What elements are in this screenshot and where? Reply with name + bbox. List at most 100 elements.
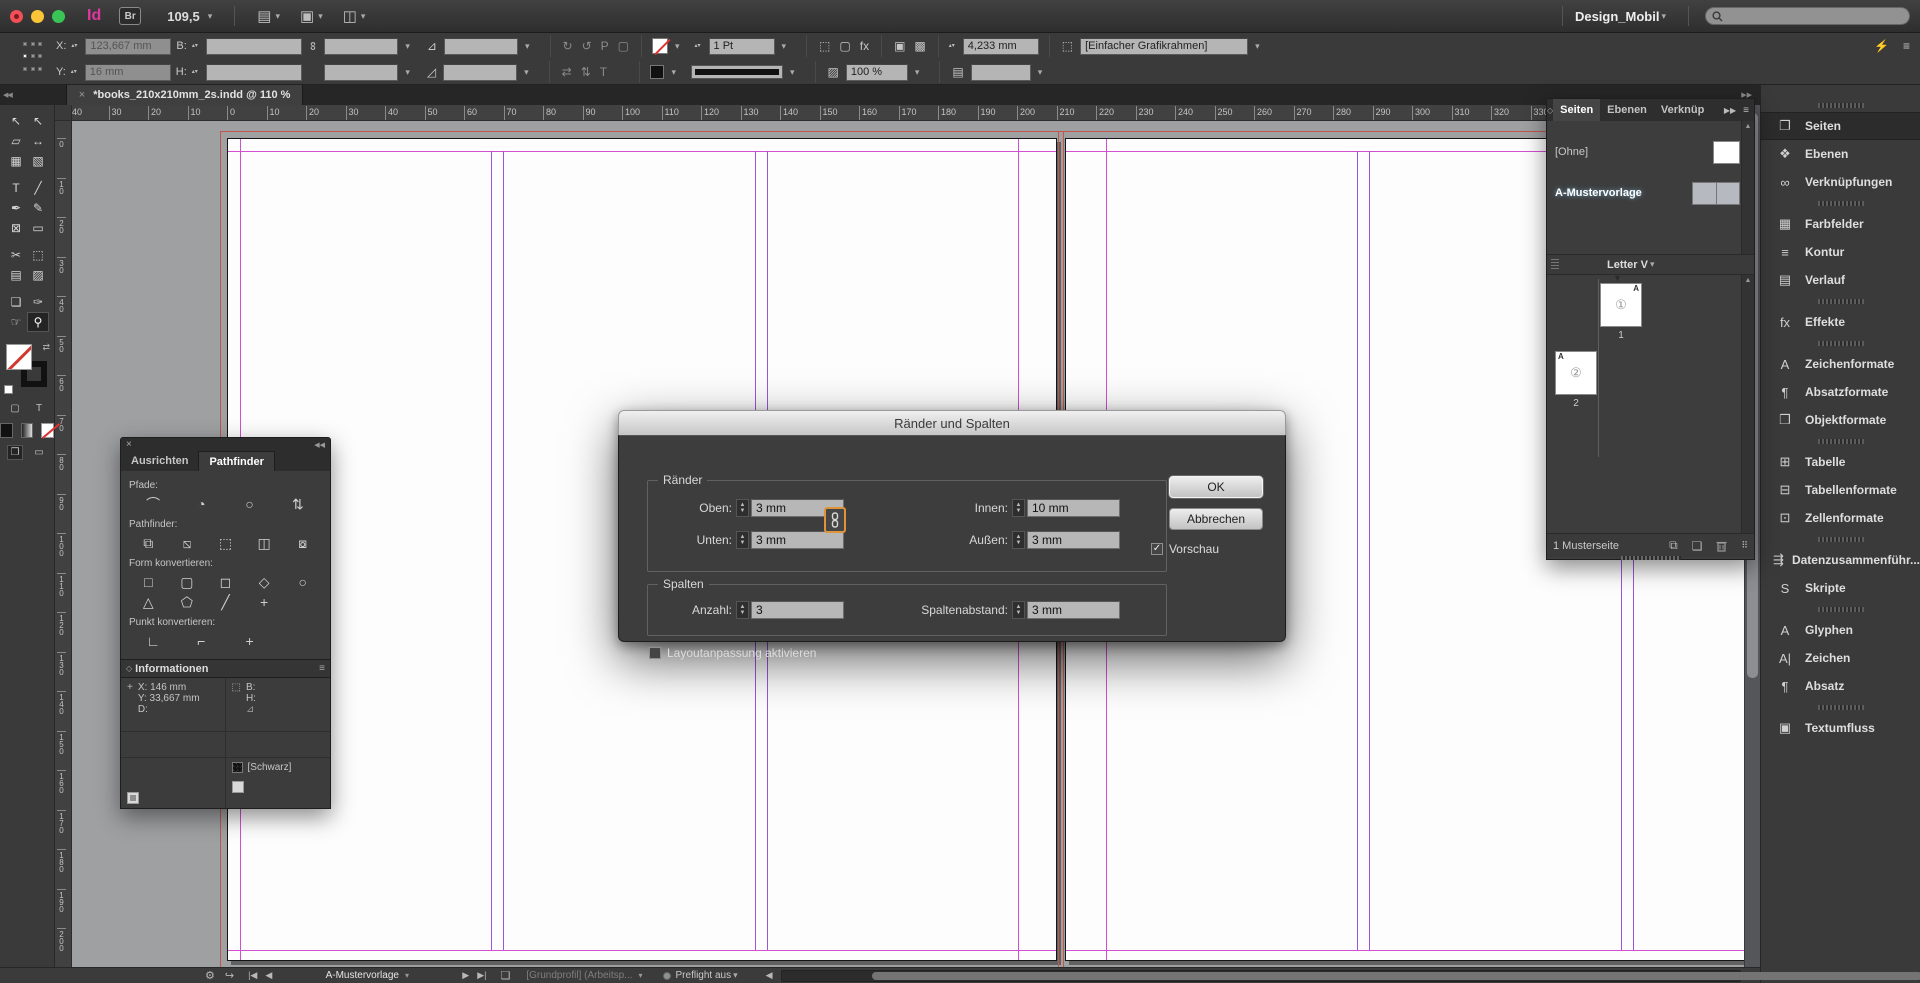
- rotation-field[interactable]: [444, 38, 518, 55]
- flip-horizontal-icon[interactable]: ⇄: [560, 65, 574, 79]
- tab-seiten[interactable]: Seiten: [1553, 99, 1600, 121]
- height-field[interactable]: [206, 64, 302, 81]
- convert-smooth-point-icon[interactable]: +: [246, 631, 254, 651]
- dock-item-textumfluss[interactable]: ▣Textumfluss: [1761, 714, 1920, 742]
- aussen-stepper[interactable]: ▲▼: [1012, 531, 1025, 549]
- minimize-window-button[interactable]: [31, 10, 44, 23]
- gradient-tool[interactable]: ▤: [5, 265, 27, 285]
- gap-tool[interactable]: ↔: [27, 131, 49, 151]
- masters-scrollbar[interactable]: ▲: [1741, 121, 1754, 254]
- scale-x-field[interactable]: [324, 38, 398, 55]
- dialog-title[interactable]: Ränder und Spalten: [618, 410, 1286, 435]
- dock-item-effekte[interactable]: fxEffekte: [1761, 308, 1920, 336]
- convert-inverse-rounded-icon[interactable]: ◇: [259, 572, 270, 592]
- dock-item-absatzformate[interactable]: ¶Absatzformate: [1761, 378, 1920, 406]
- page-2-thumbnail[interactable]: A ②: [1555, 351, 1597, 395]
- swap-fill-stroke-icon[interactable]: ⇄: [42, 342, 50, 353]
- width-stepper[interactable]: ▴▾: [192, 44, 201, 49]
- hand-tool[interactable]: ☞: [5, 312, 27, 332]
- convert-plain-point-icon[interactable]: ∟: [146, 631, 160, 651]
- unten-stepper[interactable]: ▲▼: [736, 531, 749, 549]
- innen-field[interactable]: 10 mm: [1027, 499, 1120, 517]
- resize-grip-icon[interactable]: ⠿: [1741, 540, 1748, 551]
- object-style-dropdown[interactable]: [Einfacher Grafikrahmen]: [1080, 38, 1248, 55]
- stroke-weight-field[interactable]: 1 Pt: [709, 38, 775, 55]
- zoom-window-button[interactable]: [52, 10, 65, 23]
- panel-expand-icon[interactable]: ▶▶: [1724, 106, 1736, 115]
- apply-none-button[interactable]: [41, 423, 54, 438]
- dock-item-farbfelder[interactable]: ▦Farbfelder: [1761, 210, 1920, 238]
- delete-page-icon[interactable]: [1716, 540, 1727, 552]
- dock-group-grip[interactable]: [1818, 537, 1864, 542]
- scissors-tool[interactable]: ✂: [5, 245, 27, 265]
- corner-options-icon[interactable]: ⬚: [817, 39, 832, 53]
- line-tool[interactable]: ╱: [27, 178, 49, 198]
- page-1-label[interactable]: 1: [1600, 330, 1642, 341]
- dock-item-zeichenformate[interactable]: AZeichenformate: [1761, 350, 1920, 378]
- formatting-affects-container-button[interactable]: ▢: [7, 401, 23, 416]
- select-container-icon[interactable]: ▢: [616, 39, 631, 53]
- subtract-shapes-icon[interactable]: ⧅: [182, 533, 191, 553]
- search-input[interactable]: [1705, 7, 1910, 25]
- page-1-thumbnail[interactable]: A ①: [1600, 283, 1642, 327]
- horizontal-scrollbar[interactable]: [781, 970, 1742, 982]
- margin-guide[interactable]: [228, 950, 1056, 951]
- dock-item-tabelle[interactable]: ⊞Tabelle: [1761, 448, 1920, 476]
- constrain-proportions-icon[interactable]: ∞: [306, 40, 320, 53]
- preview-checkbox[interactable]: ✓ Vorschau: [1151, 542, 1219, 556]
- y-field[interactable]: 16 mm: [85, 64, 171, 81]
- scale-y-field[interactable]: [324, 64, 398, 81]
- stroke-type-dropdown[interactable]: [691, 65, 783, 79]
- dock-item-skripte[interactable]: SSkripte: [1761, 574, 1920, 602]
- flip-vertical-icon[interactable]: ⇅: [579, 65, 593, 79]
- collapse-left-icon[interactable]: ◀◀: [3, 91, 12, 99]
- dock-item-kontur[interactable]: ≡Kontur: [1761, 238, 1920, 266]
- first-page-icon[interactable]: |◀: [248, 970, 257, 981]
- direct-selection-tool[interactable]: ↖: [27, 111, 49, 131]
- dock-group-grip[interactable]: [1818, 201, 1864, 206]
- fill-indicator-none[interactable]: [6, 344, 32, 370]
- type-tool[interactable]: T: [5, 178, 27, 198]
- ruler-origin-corner[interactable]: [55, 105, 72, 121]
- convert-line-icon[interactable]: ╱: [221, 592, 229, 612]
- rectangle-tool[interactable]: ▭: [27, 218, 49, 238]
- page-size-preset[interactable]: Letter V: [1607, 259, 1648, 271]
- horizontal-scrollbar-thumb[interactable]: [872, 972, 1920, 980]
- close-path-icon[interactable]: ◔: [197, 494, 205, 514]
- convert-bevel-rect-icon[interactable]: ◻: [220, 572, 232, 592]
- pages-scrollbar[interactable]: ▲: [1741, 275, 1754, 533]
- document-tab[interactable]: × *books_210x210mm_2s.indd @ 110 %: [66, 85, 304, 105]
- default-fill-stroke-icon[interactable]: [4, 385, 13, 394]
- dock-group-grip[interactable]: [1818, 299, 1864, 304]
- free-transform-tool[interactable]: ⬚: [27, 245, 49, 265]
- convert-triangle-icon[interactable]: △: [143, 592, 154, 612]
- rotate-cw-icon[interactable]: ↻: [561, 39, 575, 53]
- intersect-shapes-icon[interactable]: ⬚: [219, 533, 232, 553]
- dock-item-zellenformate[interactable]: ⊡Zellenformate: [1761, 504, 1920, 532]
- dock-group-grip[interactable]: [1818, 607, 1864, 612]
- convert-rectangle-icon[interactable]: □: [144, 572, 152, 592]
- selection-tool[interactable]: ↖: [5, 111, 27, 131]
- content-placer-tool[interactable]: ▧: [27, 151, 49, 171]
- frame-fitting-icon[interactable]: ▢: [837, 39, 852, 53]
- convert-rounded-rect-icon[interactable]: ▢: [180, 572, 193, 592]
- fill-swatch-none[interactable]: [652, 38, 668, 54]
- close-window-button[interactable]: [10, 10, 23, 23]
- workspace-switcher[interactable]: Design_Mobil: [1575, 9, 1660, 24]
- share-icon[interactable]: ↪: [225, 969, 234, 982]
- window-arrange-icon[interactable]: ◫: [343, 7, 357, 25]
- oben-stepper[interactable]: ▲▼: [736, 499, 749, 517]
- bridge-button[interactable]: Br: [119, 7, 141, 25]
- object-style-icon[interactable]: ⬚: [1060, 39, 1075, 53]
- aussen-field[interactable]: 3 mm: [1027, 531, 1120, 549]
- zoom-tool[interactable]: ⚲: [27, 312, 49, 332]
- gradient-feather-tool[interactable]: ▨: [27, 265, 49, 285]
- opacity-field[interactable]: 100 %: [846, 64, 908, 81]
- y-stepper[interactable]: ▴▾: [71, 70, 80, 75]
- convert-ellipse-icon[interactable]: ○: [298, 572, 306, 592]
- zoom-level-value[interactable]: 109,5: [167, 9, 200, 24]
- wrap-around-icon[interactable]: ▩: [912, 39, 927, 53]
- dock-item-verkn-pfungen[interactable]: ∞Verknüpfungen: [1761, 168, 1920, 196]
- fill-stroke-widget[interactable]: ⇄: [4, 342, 50, 394]
- layout-adjust-checkbox[interactable]: Layoutanpassung aktivieren: [649, 646, 816, 660]
